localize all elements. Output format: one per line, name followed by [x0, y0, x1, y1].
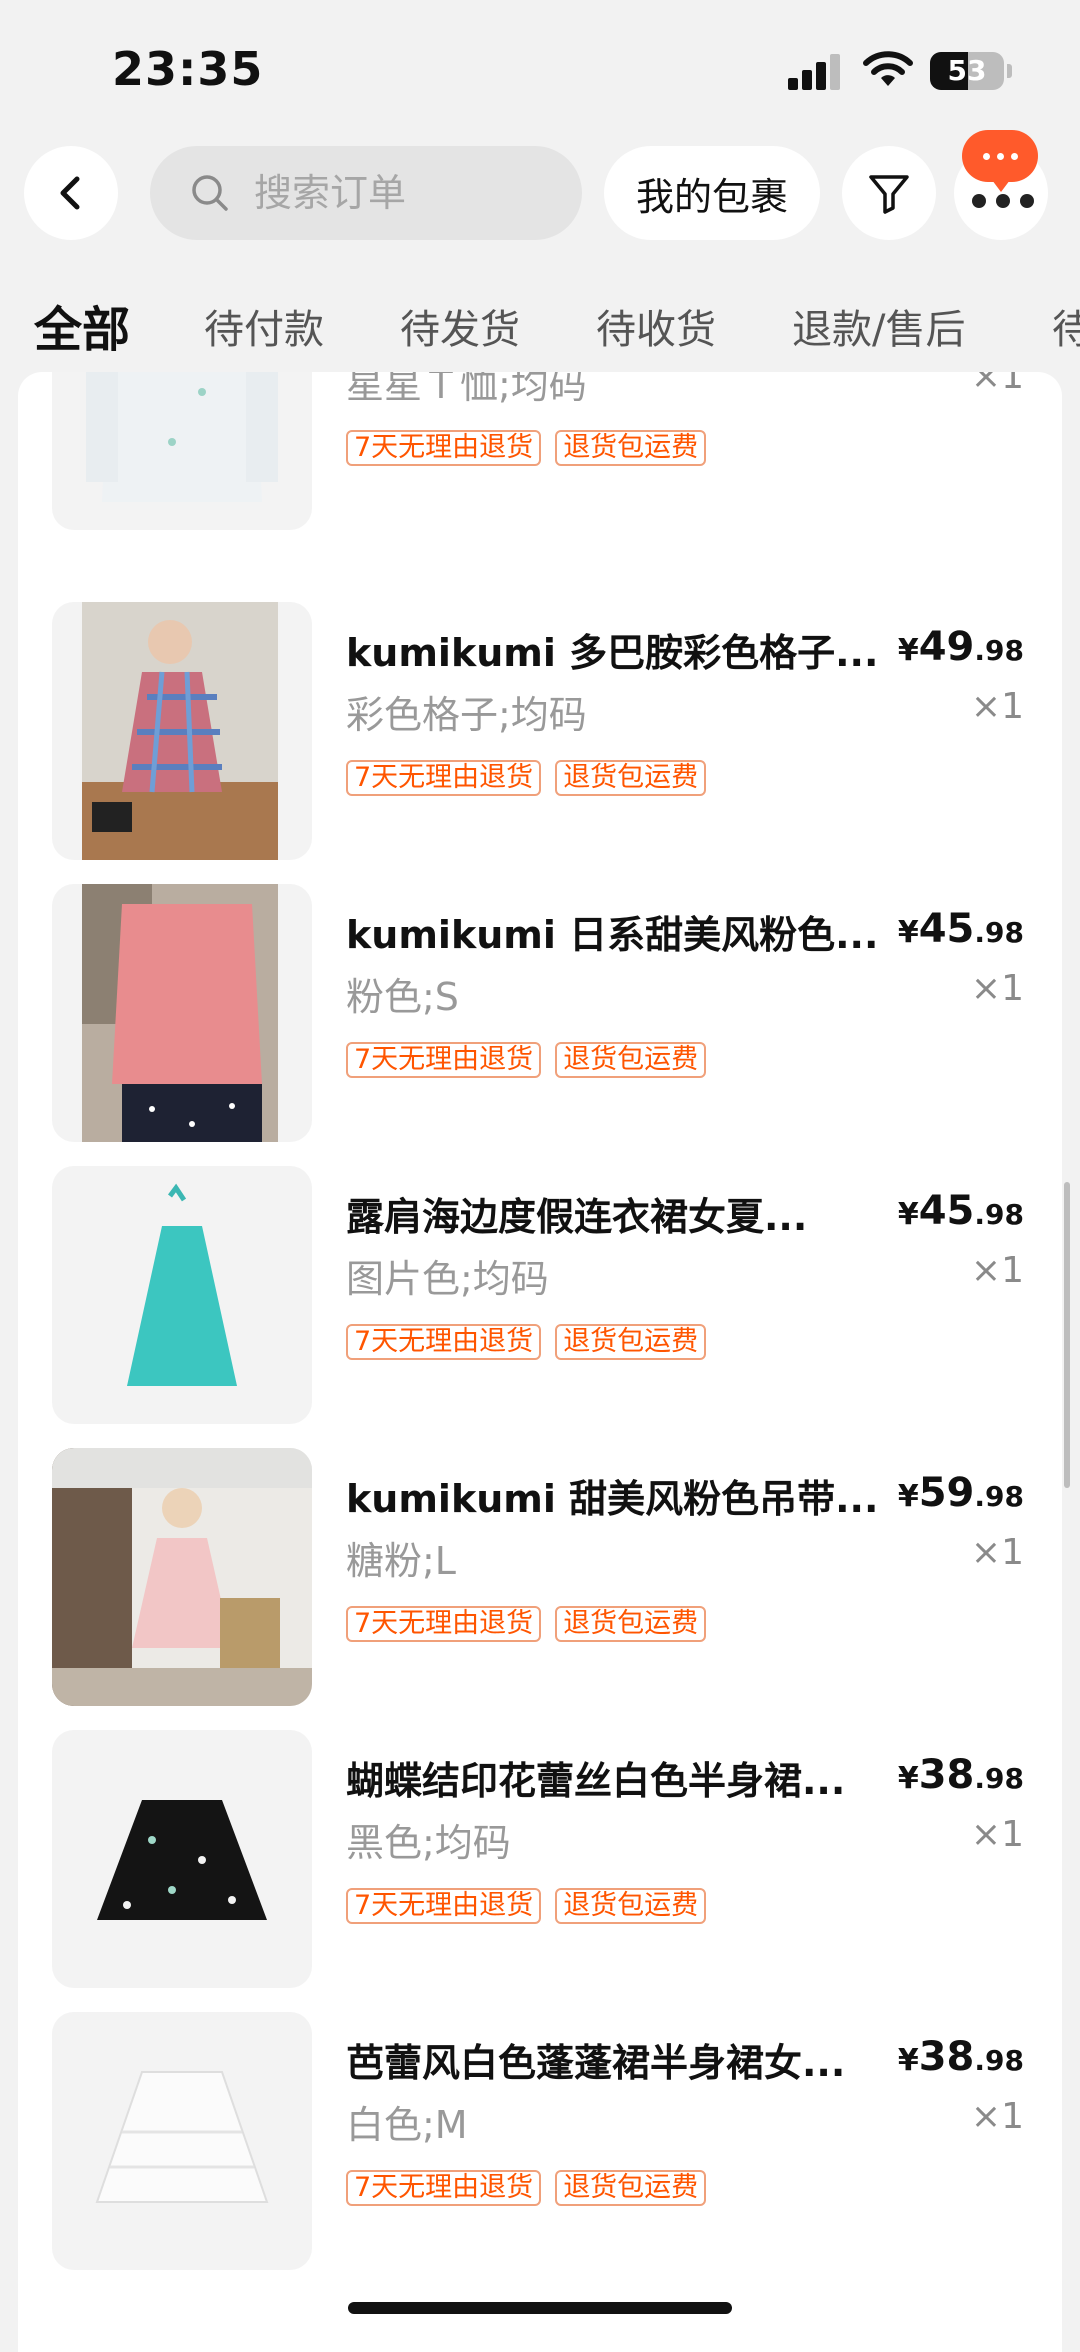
search-icon: [192, 175, 228, 211]
product-image[interactable]: [52, 2012, 312, 2270]
order-item[interactable]: kumikumi 日系甜美风粉色... ¥45.98 粉色;S ×1 7天无理由…: [18, 884, 1062, 1166]
product-price: ¥45.98: [897, 1188, 1024, 1234]
return-policy-tag: 7天无理由退货: [346, 1042, 542, 1078]
product-price: ¥45.98: [897, 906, 1024, 952]
black-skirt-icon: [97, 1800, 267, 1920]
free-return-shipping-tag: 退货包运费: [555, 1888, 707, 1924]
teal-dress-icon: [127, 1183, 237, 1386]
header-bar: 我的包裹: [0, 140, 1080, 250]
order-item[interactable]: 芭蕾风白色蓬蓬裙半身裙女... ¥38.98 白色;M ×1 7天无理由退货 退…: [18, 2012, 1062, 2294]
search-bar[interactable]: [150, 146, 582, 240]
product-price: ¥38.98: [897, 2034, 1024, 2080]
tab-pending-shipment[interactable]: 待发货: [400, 290, 520, 370]
pink-shirt-photo: [82, 884, 278, 1142]
scrollbar[interactable]: [1064, 1182, 1070, 1488]
product-quantity: ×1: [970, 1532, 1024, 1573]
product-price: ¥59.98: [897, 1470, 1024, 1516]
product-quantity: ×1: [970, 686, 1024, 727]
product-title: kumikumi 日系甜美风粉色...: [346, 913, 879, 957]
product-spec: 彩色格子;均码: [346, 693, 587, 737]
product-spec: 粉色;S: [346, 975, 459, 1019]
order-item[interactable]: 蝴蝶结印花蕾丝白色半身裙... ¥38.98 黑色;均码 ×1 7天无理由退货 …: [18, 1730, 1062, 2012]
pink-dress-photo: [52, 1448, 312, 1706]
product-image[interactable]: [52, 1730, 312, 1988]
order-item[interactable]: 星星Ｔ恤;均码 ×1 7天无理由退货 退货包运费: [18, 372, 1062, 554]
white-skirt-icon: [95, 2071, 269, 2203]
status-time: 23:35: [112, 42, 264, 96]
white-top-icon: [86, 372, 278, 502]
product-quantity: ×1: [970, 968, 1024, 1009]
battery-icon: 53: [930, 52, 1012, 90]
order-card: 星星Ｔ恤;均码 ×1 7天无理由退货 退货包运费 kumikumi 多巴胺彩色格…: [18, 372, 1062, 2352]
return-policy-tag: 7天无理由退货: [346, 1324, 542, 1360]
product-quantity: ×1: [970, 1814, 1024, 1855]
order-item[interactable]: kumikumi 多巴胺彩色格子... ¥49.98 彩色格子;均码 ×1 7天…: [18, 602, 1062, 884]
wifi-icon: [863, 51, 913, 86]
return-policy-tag: 7天无理由退货: [346, 1606, 542, 1642]
product-image[interactable]: [52, 602, 312, 860]
product-image[interactable]: [52, 884, 312, 1142]
battery-level: 53: [947, 54, 987, 87]
filter-button[interactable]: [842, 146, 936, 240]
return-policy-tag: 7天无理由退货: [346, 760, 542, 796]
chevron-left-icon: [60, 176, 80, 210]
product-quantity: ×1: [970, 1250, 1024, 1291]
free-return-shipping-tag: 退货包运费: [555, 1606, 707, 1642]
free-return-shipping-tag: 退货包运费: [555, 430, 707, 466]
my-packages-button[interactable]: 我的包裹: [604, 146, 820, 240]
return-policy-tag: 7天无理由退货: [346, 430, 542, 466]
product-title: kumikumi 多巴胺彩色格子...: [346, 631, 879, 675]
filter-icon: [869, 175, 909, 214]
free-return-shipping-tag: 退货包运费: [555, 1042, 707, 1078]
product-image[interactable]: [52, 1166, 312, 1424]
order-item[interactable]: kumikumi 甜美风粉色吊带... ¥59.98 糖粉;L ×1 7天无理由…: [18, 1448, 1062, 1730]
search-input[interactable]: [252, 170, 536, 216]
product-quantity: ×1: [970, 372, 1024, 397]
product-title: 蝴蝶结印花蕾丝白色半身裙...: [346, 1759, 846, 1803]
product-image[interactable]: [52, 372, 312, 530]
product-spec: 图片色;均码: [346, 1257, 549, 1301]
product-price: ¥38.98: [897, 1752, 1024, 1798]
message-badge[interactable]: [962, 130, 1038, 192]
product-quantity: ×1: [970, 2096, 1024, 2137]
free-return-shipping-tag: 退货包运费: [555, 1324, 707, 1360]
product-spec: 白色;M: [346, 2103, 468, 2147]
product-image[interactable]: [52, 1448, 312, 1706]
cellular-signal-icon: [788, 54, 840, 90]
product-title: 露肩海边度假连衣裙女夏...: [346, 1195, 808, 1239]
more-dots-icon: [972, 194, 1034, 208]
plaid-dress-photo: [82, 602, 278, 860]
tab-more[interactable]: 待: [1052, 290, 1080, 370]
product-price: ¥49.98: [897, 624, 1024, 670]
return-policy-tag: 7天无理由退货: [346, 2170, 542, 2206]
free-return-shipping-tag: 退货包运费: [555, 2170, 707, 2206]
product-title: 芭蕾风白色蓬蓬裙半身裙女...: [346, 2041, 846, 2085]
product-spec: 黑色;均码: [346, 1821, 511, 1865]
product-title: kumikumi 甜美风粉色吊带...: [346, 1477, 879, 1521]
product-spec: 糖粉;L: [346, 1539, 456, 1583]
home-indicator[interactable]: [348, 2302, 732, 2314]
tab-refund-aftersales[interactable]: 退款/售后: [792, 290, 965, 370]
order-item[interactable]: 露肩海边度假连衣裙女夏... ¥45.98 图片色;均码 ×1 7天无理由退货 …: [18, 1166, 1062, 1448]
status-bar: 23:35 53: [0, 0, 1080, 140]
back-button[interactable]: [24, 146, 118, 240]
product-spec: 星星Ｔ恤;均码: [346, 372, 587, 407]
tab-all[interactable]: 全部: [34, 290, 130, 370]
return-policy-tag: 7天无理由退货: [346, 1888, 542, 1924]
tab-pending-payment[interactable]: 待付款: [204, 290, 324, 370]
tab-pending-receipt[interactable]: 待收货: [596, 290, 716, 370]
order-tabs: 全部 待付款 待发货 待收货 退款/售后 待: [0, 290, 1080, 370]
free-return-shipping-tag: 退货包运费: [555, 760, 707, 796]
